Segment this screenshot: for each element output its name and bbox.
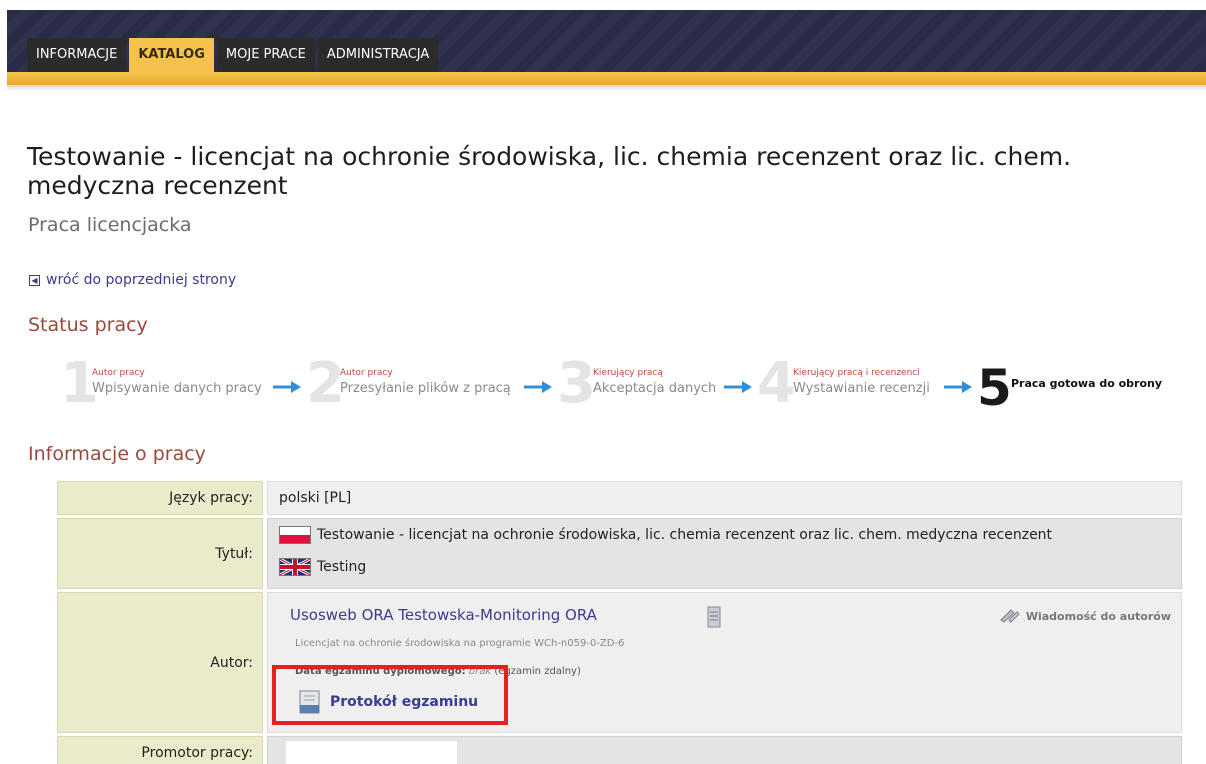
message-to-authors-button[interactable]: Wiadomość do autorów [999, 607, 1171, 626]
step-arrow-icon [724, 381, 752, 393]
step-role: Autor pracy [92, 368, 145, 378]
title-label: Tytuł: [57, 518, 263, 589]
step-arrow-icon [273, 381, 301, 393]
back-arrow-icon: ◀ [29, 274, 40, 286]
tab-katalog[interactable]: KATALOG [129, 38, 214, 72]
title-en-line: Testing [279, 558, 366, 576]
page-title: Testowanie - licencjat na ochronie środo… [27, 142, 1072, 200]
title-en: Testing [317, 559, 367, 575]
language-row: Język pracy: polski [PL] [57, 481, 1182, 515]
title-pl-line: Testowanie - licencjat na ochronie środo… [279, 526, 1052, 544]
message-label: Wiadomość do autorów [1025, 610, 1171, 623]
promoter-value [267, 736, 1182, 764]
tab-informacje[interactable]: INFORMACJE [27, 38, 127, 72]
back-link-label: wróć do poprzedniej strony [46, 272, 237, 288]
step-role: Kierujący pracą i recenzenci [793, 368, 920, 378]
step-label: Akceptacja danych [593, 381, 717, 396]
author-program: Licencjat na ochronie środowiska na prog… [295, 638, 625, 649]
step-role: Autor pracy [340, 368, 393, 378]
step-number: 3 [557, 351, 596, 416]
title-row: Tytuł: Testowanie - licencjat na ochroni… [57, 518, 1182, 589]
back-link[interactable]: ◀ wróć do poprzedniej strony [29, 272, 236, 288]
step-role: Kierujący pracą [593, 368, 663, 378]
title-value: Testowanie - licencjat na ochronie środo… [267, 518, 1182, 589]
promoter-label: Promotor pracy: [57, 736, 263, 764]
flag-pl-icon [279, 526, 311, 544]
redacted-promoter-name [286, 741, 457, 764]
step-arrow-icon [524, 381, 552, 393]
main-tabs: INFORMACJE KATALOG MOJE PRACE ADMINISTRA… [27, 38, 439, 72]
flag-uk-icon [279, 558, 311, 576]
step-label: Praca gotowa do obrony [1011, 377, 1163, 390]
language-label: Język pracy: [57, 481, 263, 515]
page-subtitle: Praca licencjacka [28, 214, 192, 236]
author-name-link[interactable]: Usosweb ORA Testowska-Monitoring ORA [290, 606, 597, 624]
navigation-accent-strip [7, 72, 1206, 85]
message-icon [999, 607, 1021, 626]
step-label: Wpisywanie danych pracy [92, 381, 262, 396]
status-heading: Status pracy [28, 314, 148, 336]
tab-moje-prace[interactable]: MOJE PRACE [216, 38, 315, 72]
author-row: Autor: Usosweb ORA Testowska-Monitoring … [57, 592, 1182, 733]
info-heading: Informacje o pracy [28, 443, 206, 465]
author-value: Usosweb ORA Testowska-Monitoring ORA Lic… [267, 592, 1182, 733]
promoter-row: Promotor pracy: [57, 736, 1182, 764]
step-number: 5 [977, 359, 1012, 417]
highlight-box [272, 665, 508, 725]
status-steps: 1 Autor pracy Wpisywanie danych pracy 2 … [60, 354, 1190, 418]
step-label: Przesyłanie plików z pracą [340, 381, 511, 396]
tab-administracja[interactable]: ADMINISTRACJA [317, 38, 439, 72]
step-arrow-icon [944, 381, 972, 393]
language-value: polski [PL] [267, 481, 1182, 515]
navigation-shadow [7, 85, 1206, 91]
document-icon[interactable] [707, 606, 721, 628]
title-pl: Testowanie - licencjat na ochronie środo… [317, 527, 1053, 543]
step-label: Wystawianie recenzji [793, 381, 930, 396]
author-label: Autor: [57, 592, 263, 733]
step-number: 4 [757, 351, 796, 416]
